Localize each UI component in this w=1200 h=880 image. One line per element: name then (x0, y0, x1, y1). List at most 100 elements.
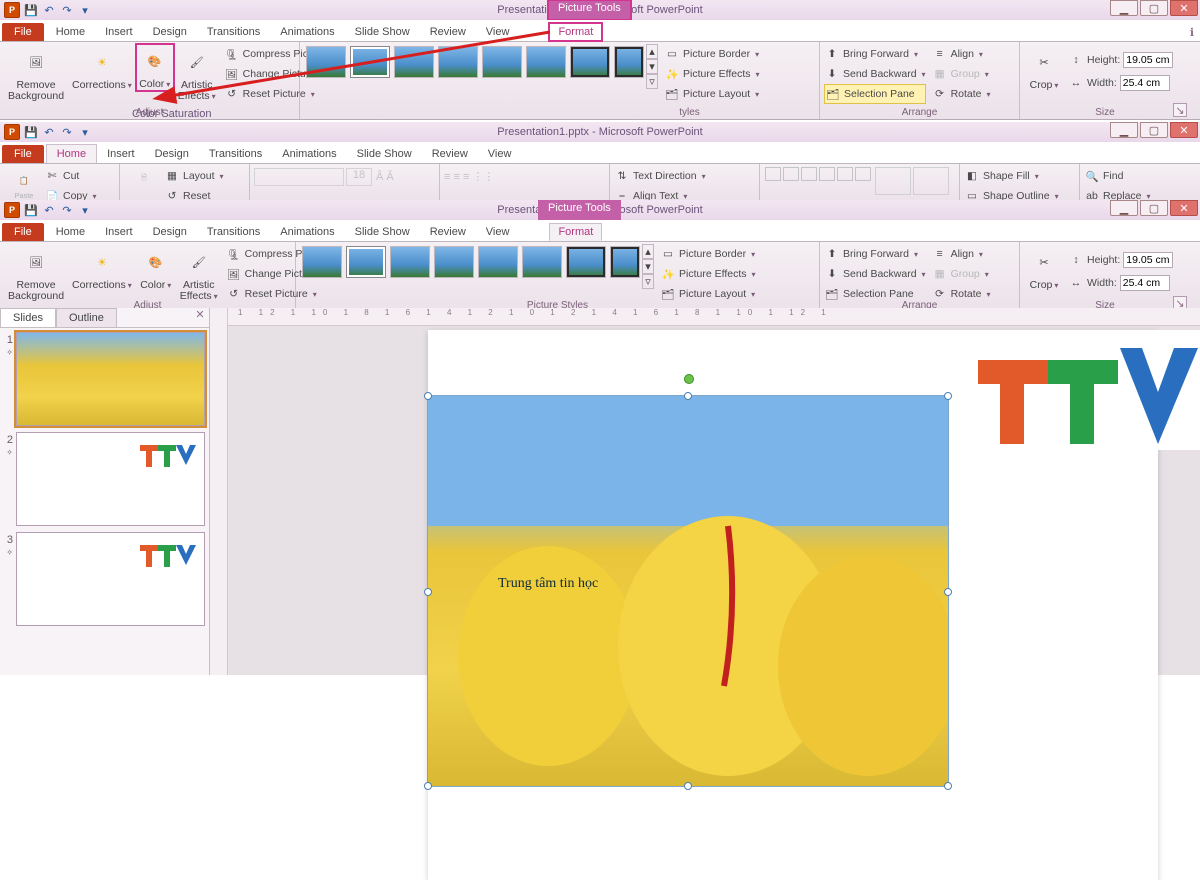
gallery-down-icon[interactable]: ▾ (646, 59, 658, 74)
style-thumb[interactable] (522, 246, 562, 278)
align-button[interactable]: ≡Align▾ (932, 44, 991, 64)
tab-slideshow[interactable]: Slide Show (345, 223, 420, 241)
paste-button[interactable]: 📋Paste (10, 167, 38, 201)
style-thumb[interactable] (478, 246, 518, 278)
tab-animations[interactable]: Animations (272, 145, 346, 163)
resize-handle[interactable] (684, 782, 692, 790)
tab-home[interactable]: Home (46, 23, 95, 41)
resize-handle[interactable] (684, 392, 692, 400)
slide-thumb-1[interactable]: 1✧ (4, 332, 205, 426)
height-input[interactable] (1123, 52, 1173, 68)
maximize-button[interactable]: ▢ (1140, 200, 1168, 216)
arrange-big[interactable] (875, 167, 911, 195)
picture-border-button[interactable]: ▭Picture Border▾ (660, 244, 756, 264)
bring-forward-button[interactable]: ⬆Bring Forward▾ (824, 244, 926, 264)
height-input[interactable] (1123, 252, 1173, 268)
close-button[interactable]: ✕ (1170, 200, 1198, 216)
style-thumb[interactable] (438, 46, 478, 78)
send-backward-button[interactable]: ⬇Send Backward▾ (824, 64, 926, 84)
minimize-button[interactable]: ▁ (1110, 122, 1138, 138)
tab-review[interactable]: Review (420, 23, 476, 41)
resize-handle[interactable] (944, 392, 952, 400)
slide-thumb-2[interactable]: 2✧ (4, 432, 205, 526)
style-thumb[interactable] (302, 246, 342, 278)
remove-background-button[interactable]: 🖼 Remove Background (4, 44, 68, 104)
qat-more-icon[interactable]: ▾ (78, 125, 92, 139)
resize-handle[interactable] (944, 588, 952, 596)
undo-icon[interactable]: ↶ (42, 203, 56, 217)
style-thumb[interactable] (350, 46, 390, 78)
picture-effects-button[interactable]: ✨Picture Effects▾ (664, 64, 760, 84)
style-thumb[interactable] (482, 46, 522, 78)
outline-tab[interactable]: Outline (56, 308, 117, 327)
style-thumb[interactable] (434, 246, 474, 278)
gallery-down-icon[interactable]: ▾ (642, 259, 654, 274)
find-button[interactable]: 🔍Find (1084, 166, 1151, 186)
style-thumb[interactable] (570, 46, 610, 78)
layout-button[interactable]: ▦Layout▾ (164, 166, 224, 186)
close-button[interactable]: ✕ (1170, 122, 1198, 138)
size-dialog-launcher[interactable]: ↘ (1173, 103, 1187, 117)
tab-slideshow[interactable]: Slide Show (345, 23, 420, 41)
file-tab[interactable]: File (2, 145, 44, 163)
minimize-button[interactable]: ▁ (1110, 0, 1138, 16)
tab-transitions[interactable]: Transitions (197, 23, 270, 41)
redo-icon[interactable]: ↷ (60, 125, 74, 139)
resize-handle[interactable] (424, 782, 432, 790)
save-icon[interactable]: 💾 (24, 203, 38, 217)
maximize-button[interactable]: ▢ (1140, 122, 1168, 138)
qat-more-icon[interactable]: ▾ (78, 203, 92, 217)
slide-thumb-3[interactable]: 3✧ (4, 532, 205, 626)
width-input[interactable] (1120, 275, 1170, 291)
tab-format-1[interactable]: Format (549, 23, 602, 41)
slides-tab[interactable]: Slides (0, 308, 56, 327)
undo-icon[interactable]: ↶ (42, 3, 56, 17)
remove-background-button[interactable]: 🖼Remove Background (4, 244, 68, 304)
gallery-more-icon[interactable]: ▿ (646, 74, 658, 89)
send-backward-button[interactable]: ⬇Send Backward▾ (824, 264, 926, 284)
resize-handle[interactable] (424, 392, 432, 400)
artistic-effects-button[interactable]: 🖌 Artistic Effects▾ (174, 44, 220, 104)
file-tab[interactable]: File (2, 23, 44, 41)
tab-home[interactable]: Home (46, 223, 95, 241)
tab-insert[interactable]: Insert (97, 145, 145, 163)
save-icon[interactable]: 💾 (24, 3, 38, 17)
tab-review[interactable]: Review (422, 145, 478, 163)
close-button[interactable]: ✕ (1170, 0, 1198, 16)
resize-handle[interactable] (944, 782, 952, 790)
app-icon[interactable]: P (4, 2, 20, 18)
corrections-button[interactable]: ☀ Corrections▾ (68, 44, 136, 93)
selected-picture[interactable]: Trung tâm tin học (428, 396, 948, 786)
tab-insert[interactable]: Insert (95, 23, 143, 41)
tab-insert[interactable]: Insert (95, 223, 143, 241)
crop-button[interactable]: ✂Crop▾ (1024, 244, 1064, 293)
style-thumb[interactable] (614, 46, 644, 78)
color-button-highlighted[interactable]: 🎨 Color▾ (136, 44, 174, 91)
crop-button[interactable]: ✂ Crop▾ (1024, 44, 1064, 93)
undo-icon[interactable]: ↶ (42, 125, 56, 139)
style-thumb[interactable] (526, 46, 566, 78)
style-thumb[interactable] (306, 46, 346, 78)
file-tab[interactable]: File (2, 223, 44, 241)
tab-design[interactable]: Design (143, 223, 197, 241)
bring-forward-button[interactable]: ⬆Bring Forward▾ (824, 44, 926, 64)
picture-layout-button[interactable]: 🗂Picture Layout▾ (664, 84, 760, 104)
rotate-button[interactable]: ⟳Rotate▾ (932, 84, 991, 104)
app-icon[interactable]: P (4, 124, 20, 140)
align-button[interactable]: ≡Align▾ (932, 244, 991, 264)
tab-view[interactable]: View (478, 145, 522, 163)
width-input[interactable] (1120, 75, 1170, 91)
redo-icon[interactable]: ↷ (60, 3, 74, 17)
save-icon[interactable]: 💾 (24, 125, 38, 139)
maximize-button[interactable]: ▢ (1140, 0, 1168, 16)
tab-transitions[interactable]: Transitions (197, 223, 270, 241)
tab-view[interactable]: View (476, 23, 520, 41)
style-thumb[interactable] (566, 246, 606, 278)
artistic-effects-button[interactable]: 🖌Artistic Effects▾ (176, 244, 222, 304)
style-thumb[interactable] (394, 46, 434, 78)
gallery-up-icon[interactable]: ▴ (646, 44, 658, 59)
app-icon[interactable]: P (4, 202, 20, 218)
gallery-up-icon[interactable]: ▴ (642, 244, 654, 259)
rotate-handle[interactable] (684, 374, 694, 384)
picture-border-button[interactable]: ▭Picture Border▾ (664, 44, 760, 64)
